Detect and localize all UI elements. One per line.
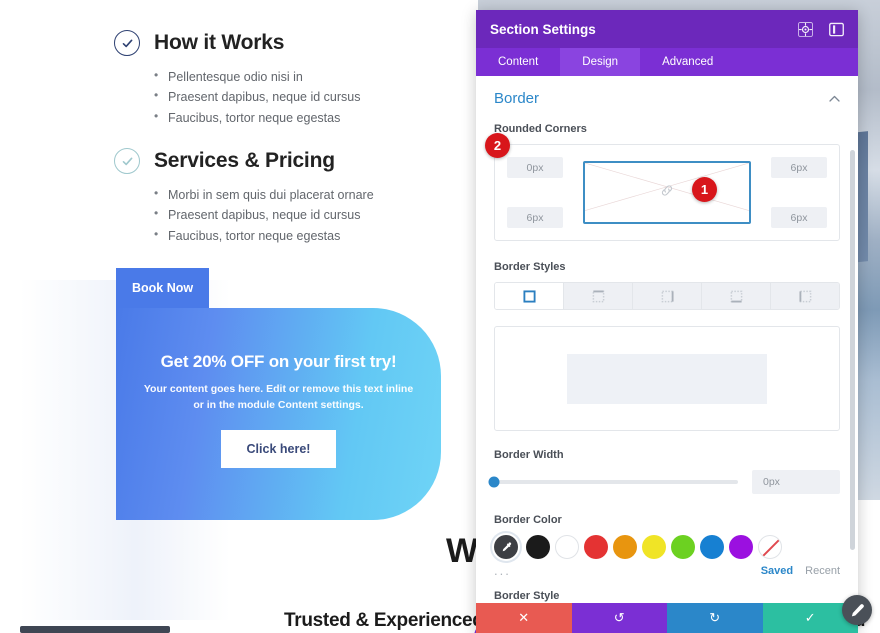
border-styles-label: Border Styles	[494, 261, 566, 273]
corner-bottom-left-input[interactable]: 6px	[507, 207, 563, 228]
border-width-label: Border Width	[494, 449, 564, 461]
link-icon[interactable]	[660, 183, 675, 203]
layout-panel-icon[interactable]	[829, 22, 844, 37]
border-styles-options	[494, 282, 840, 310]
color-meta-row: ... Saved Recent	[494, 563, 840, 578]
feature-title: Services & Pricing	[154, 149, 335, 172]
border-style-label: Border Style	[494, 590, 560, 602]
panel-header: Section Settings	[476, 10, 858, 48]
border-width-slider[interactable]	[488, 476, 738, 488]
promo-card: Get 20% OFF on your first try! Your cont…	[116, 308, 441, 520]
eyedropper-icon[interactable]	[494, 535, 518, 559]
more-colors-button[interactable]: ...	[494, 563, 761, 578]
corner-top-right-input[interactable]: 6px	[771, 157, 827, 178]
corner-bottom-right-input[interactable]: 6px	[771, 207, 827, 228]
rounded-corners-widget: 2 0px 6px 6px 6px 1	[485, 133, 840, 241]
chevron-up-icon[interactable]	[829, 93, 840, 105]
border-style-top-side[interactable]	[564, 283, 633, 309]
check-circle-icon	[114, 30, 140, 56]
corner-preview-box[interactable]	[583, 161, 751, 224]
border-style-left-side[interactable]	[771, 283, 839, 309]
redo-button[interactable]: ↻	[667, 603, 763, 633]
border-style-right-side[interactable]	[633, 283, 702, 309]
feature-heading-row: How it Works	[114, 30, 361, 56]
promo-subtitle: Your content goes here. Edit or remove t…	[143, 383, 414, 412]
screen: How it Works Pellentesque odio nisi in P…	[0, 0, 880, 633]
annotation-badge-2: 2	[485, 133, 510, 158]
list-item: Faucibus, tortor neque egestas	[154, 106, 361, 128]
target-icon[interactable]	[798, 21, 813, 37]
panel-title: Section Settings	[490, 21, 596, 37]
feature-title: How it Works	[154, 31, 285, 54]
list-item: Praesent dapibus, neque id cursus	[154, 204, 374, 225]
section-title: Border	[494, 90, 540, 107]
border-preview-inner	[567, 353, 767, 404]
edit-handle-button[interactable]	[842, 595, 872, 625]
swatch-green[interactable]	[671, 535, 695, 559]
check-circle-icon	[114, 148, 140, 174]
feature-heading-row: Services & Pricing	[114, 148, 374, 174]
feature-list: Morbi in sem quis dui placerat ornare Pr…	[154, 184, 374, 246]
swatch-blue[interactable]	[700, 535, 724, 559]
undo-button[interactable]: ↺	[571, 603, 667, 633]
promo-title: Get 20% OFF on your first try!	[160, 352, 397, 371]
section-settings-panel: Section Settings Content Design Advanced…	[476, 10, 858, 633]
rounded-corners-label: Rounded Corners	[494, 123, 587, 135]
feature-block-how-it-works: How it Works Pellentesque odio nisi in P…	[114, 30, 361, 128]
panel-action-bar: ✕ ↺ ↻ ✓	[476, 603, 858, 633]
border-style-all-sides[interactable]	[495, 283, 564, 309]
panel-body: Border Rounded Corners 2 0px 6px 6px 6px	[476, 76, 858, 603]
swatch-orange[interactable]	[613, 535, 637, 559]
feature-list: Pellentesque odio nisi in Praesent dapib…	[154, 66, 361, 128]
panel-tabs: Content Design Advanced	[476, 48, 858, 76]
border-color-label: Border Color	[494, 514, 562, 526]
swatch-white[interactable]	[555, 535, 579, 559]
swatch-transparent[interactable]	[758, 535, 782, 559]
close-button[interactable]: ✕	[476, 603, 572, 633]
annotation-badge-1: 1	[692, 177, 717, 202]
list-item: Morbi in sem quis dui placerat ornare	[154, 184, 374, 205]
tab-design[interactable]: Design	[560, 48, 641, 76]
list-item: Faucibus, tortor neque egestas	[154, 224, 374, 246]
panel-header-icons	[798, 21, 844, 37]
list-item: Pellentesque odio nisi in	[154, 66, 361, 87]
trusted-heading: Trusted & Experienced	[284, 610, 484, 631]
border-width-value[interactable]: 0px	[752, 470, 840, 494]
promo-cta-button[interactable]: Click here!	[220, 429, 337, 468]
slider-knob[interactable]	[488, 476, 500, 488]
swatch-black[interactable]	[526, 535, 550, 559]
panel-scrollbar[interactable]	[850, 150, 855, 550]
bottom-scroll-indicator[interactable]	[20, 626, 170, 633]
recent-colors-tab[interactable]: Recent	[805, 565, 840, 577]
swatch-red[interactable]	[584, 535, 608, 559]
tab-advanced[interactable]: Advanced	[640, 48, 735, 76]
border-preview-box	[494, 326, 840, 431]
tab-content[interactable]: Content	[476, 48, 560, 76]
feature-block-services-pricing: Services & Pricing Morbi in sem quis dui…	[114, 148, 374, 246]
saved-colors-tab[interactable]: Saved	[761, 565, 793, 577]
corner-top-left-input[interactable]: 0px	[507, 157, 563, 178]
swatch-purple[interactable]	[729, 535, 753, 559]
why-heading: W	[446, 532, 478, 570]
book-now-tab[interactable]: Book Now	[116, 268, 209, 308]
swatch-yellow[interactable]	[642, 535, 666, 559]
border-section-header[interactable]: Border	[494, 90, 840, 107]
list-item: Praesent dapibus, neque id cursus	[154, 86, 361, 107]
border-width-row: 0px	[488, 470, 840, 494]
border-color-swatches	[494, 535, 840, 559]
border-style-bottom-side[interactable]	[702, 283, 771, 309]
